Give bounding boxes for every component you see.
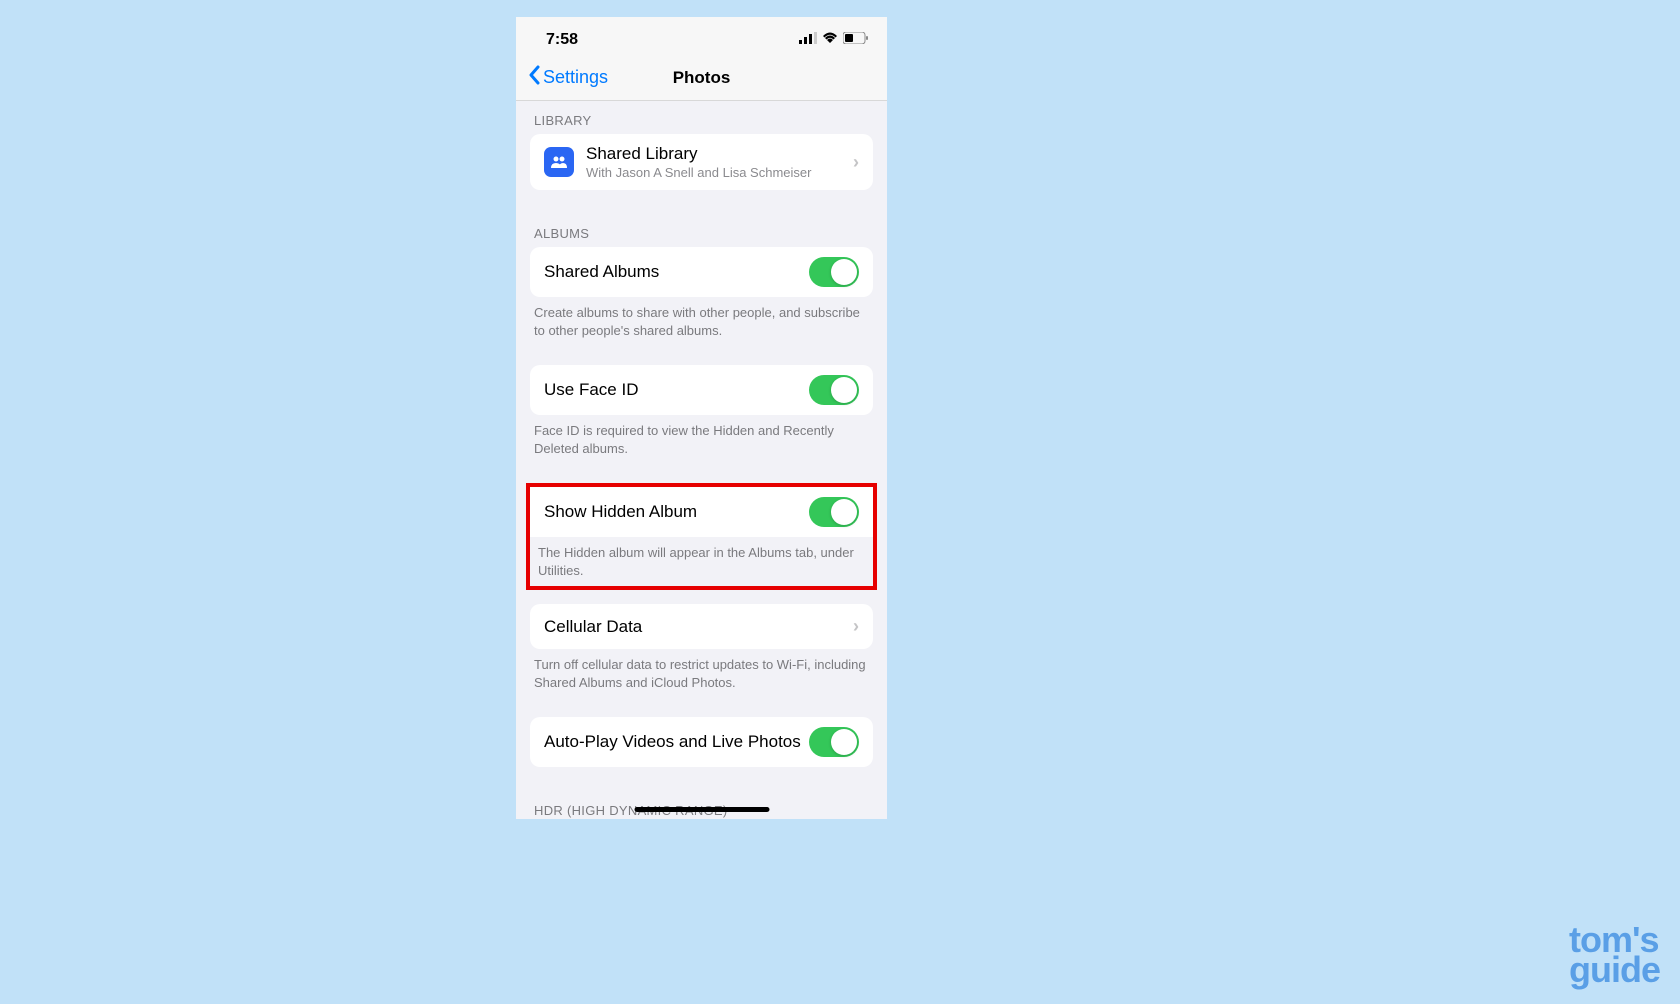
cellular-data-footer: Turn off cellular data to restrict updat…: [516, 649, 887, 703]
section-header-albums: ALBUMS: [516, 210, 887, 247]
chevron-left-icon: [528, 65, 540, 91]
show-hidden-album-row[interactable]: Show Hidden Album: [530, 487, 873, 537]
page-title: Photos: [673, 68, 731, 88]
cellular-signal-icon: [799, 31, 817, 49]
section-header-hdr: HDR (HIGH DYNAMIC RANGE): [516, 787, 887, 819]
shared-albums-title: Shared Albums: [544, 262, 809, 282]
highlight-annotation: Show Hidden Album The Hidden album will …: [526, 483, 877, 590]
people-icon: [544, 147, 574, 177]
watermark-logo: tom's guide: [1569, 925, 1660, 986]
cellular-data-title: Cellular Data: [544, 617, 847, 637]
battery-icon: [843, 31, 869, 49]
back-button[interactable]: Settings: [528, 65, 608, 91]
home-indicator[interactable]: [634, 807, 769, 812]
shared-albums-row[interactable]: Shared Albums: [530, 247, 873, 297]
status-icons: [799, 31, 869, 49]
use-face-id-toggle[interactable]: [809, 375, 859, 405]
show-hidden-album-footer: The Hidden album will appear in the Albu…: [530, 537, 873, 586]
autoplay-toggle[interactable]: [809, 727, 859, 757]
wifi-icon: [822, 31, 838, 49]
nav-bar: Settings Photos: [516, 57, 887, 101]
use-face-id-title: Use Face ID: [544, 380, 809, 400]
shared-library-title: Shared Library: [586, 144, 847, 164]
shared-albums-footer: Create albums to share with other people…: [516, 297, 887, 351]
status-time: 7:58: [546, 31, 578, 49]
chevron-right-icon: ›: [853, 616, 859, 637]
autoplay-row[interactable]: Auto-Play Videos and Live Photos: [530, 717, 873, 767]
shared-albums-toggle[interactable]: [809, 257, 859, 287]
shared-library-row[interactable]: Shared Library With Jason A Snell and Li…: [530, 134, 873, 190]
section-header-library: LIBRARY: [516, 101, 887, 134]
use-face-id-footer: Face ID is required to view the Hidden a…: [516, 415, 887, 469]
status-bar: 7:58: [516, 17, 887, 57]
show-hidden-album-title: Show Hidden Album: [544, 502, 809, 522]
autoplay-title: Auto-Play Videos and Live Photos: [544, 732, 809, 752]
phone-screenshot: 7:58 Settings Photos LIBRARY: [516, 17, 887, 819]
use-face-id-row[interactable]: Use Face ID: [530, 365, 873, 415]
settings-content: LIBRARY Shared Library With Jason A Snel…: [516, 101, 887, 819]
back-label: Settings: [543, 67, 608, 88]
cellular-data-row[interactable]: Cellular Data ›: [530, 604, 873, 649]
show-hidden-album-toggle[interactable]: [809, 497, 859, 527]
shared-library-subtitle: With Jason A Snell and Lisa Schmeiser: [586, 165, 847, 180]
chevron-right-icon: ›: [853, 152, 859, 173]
